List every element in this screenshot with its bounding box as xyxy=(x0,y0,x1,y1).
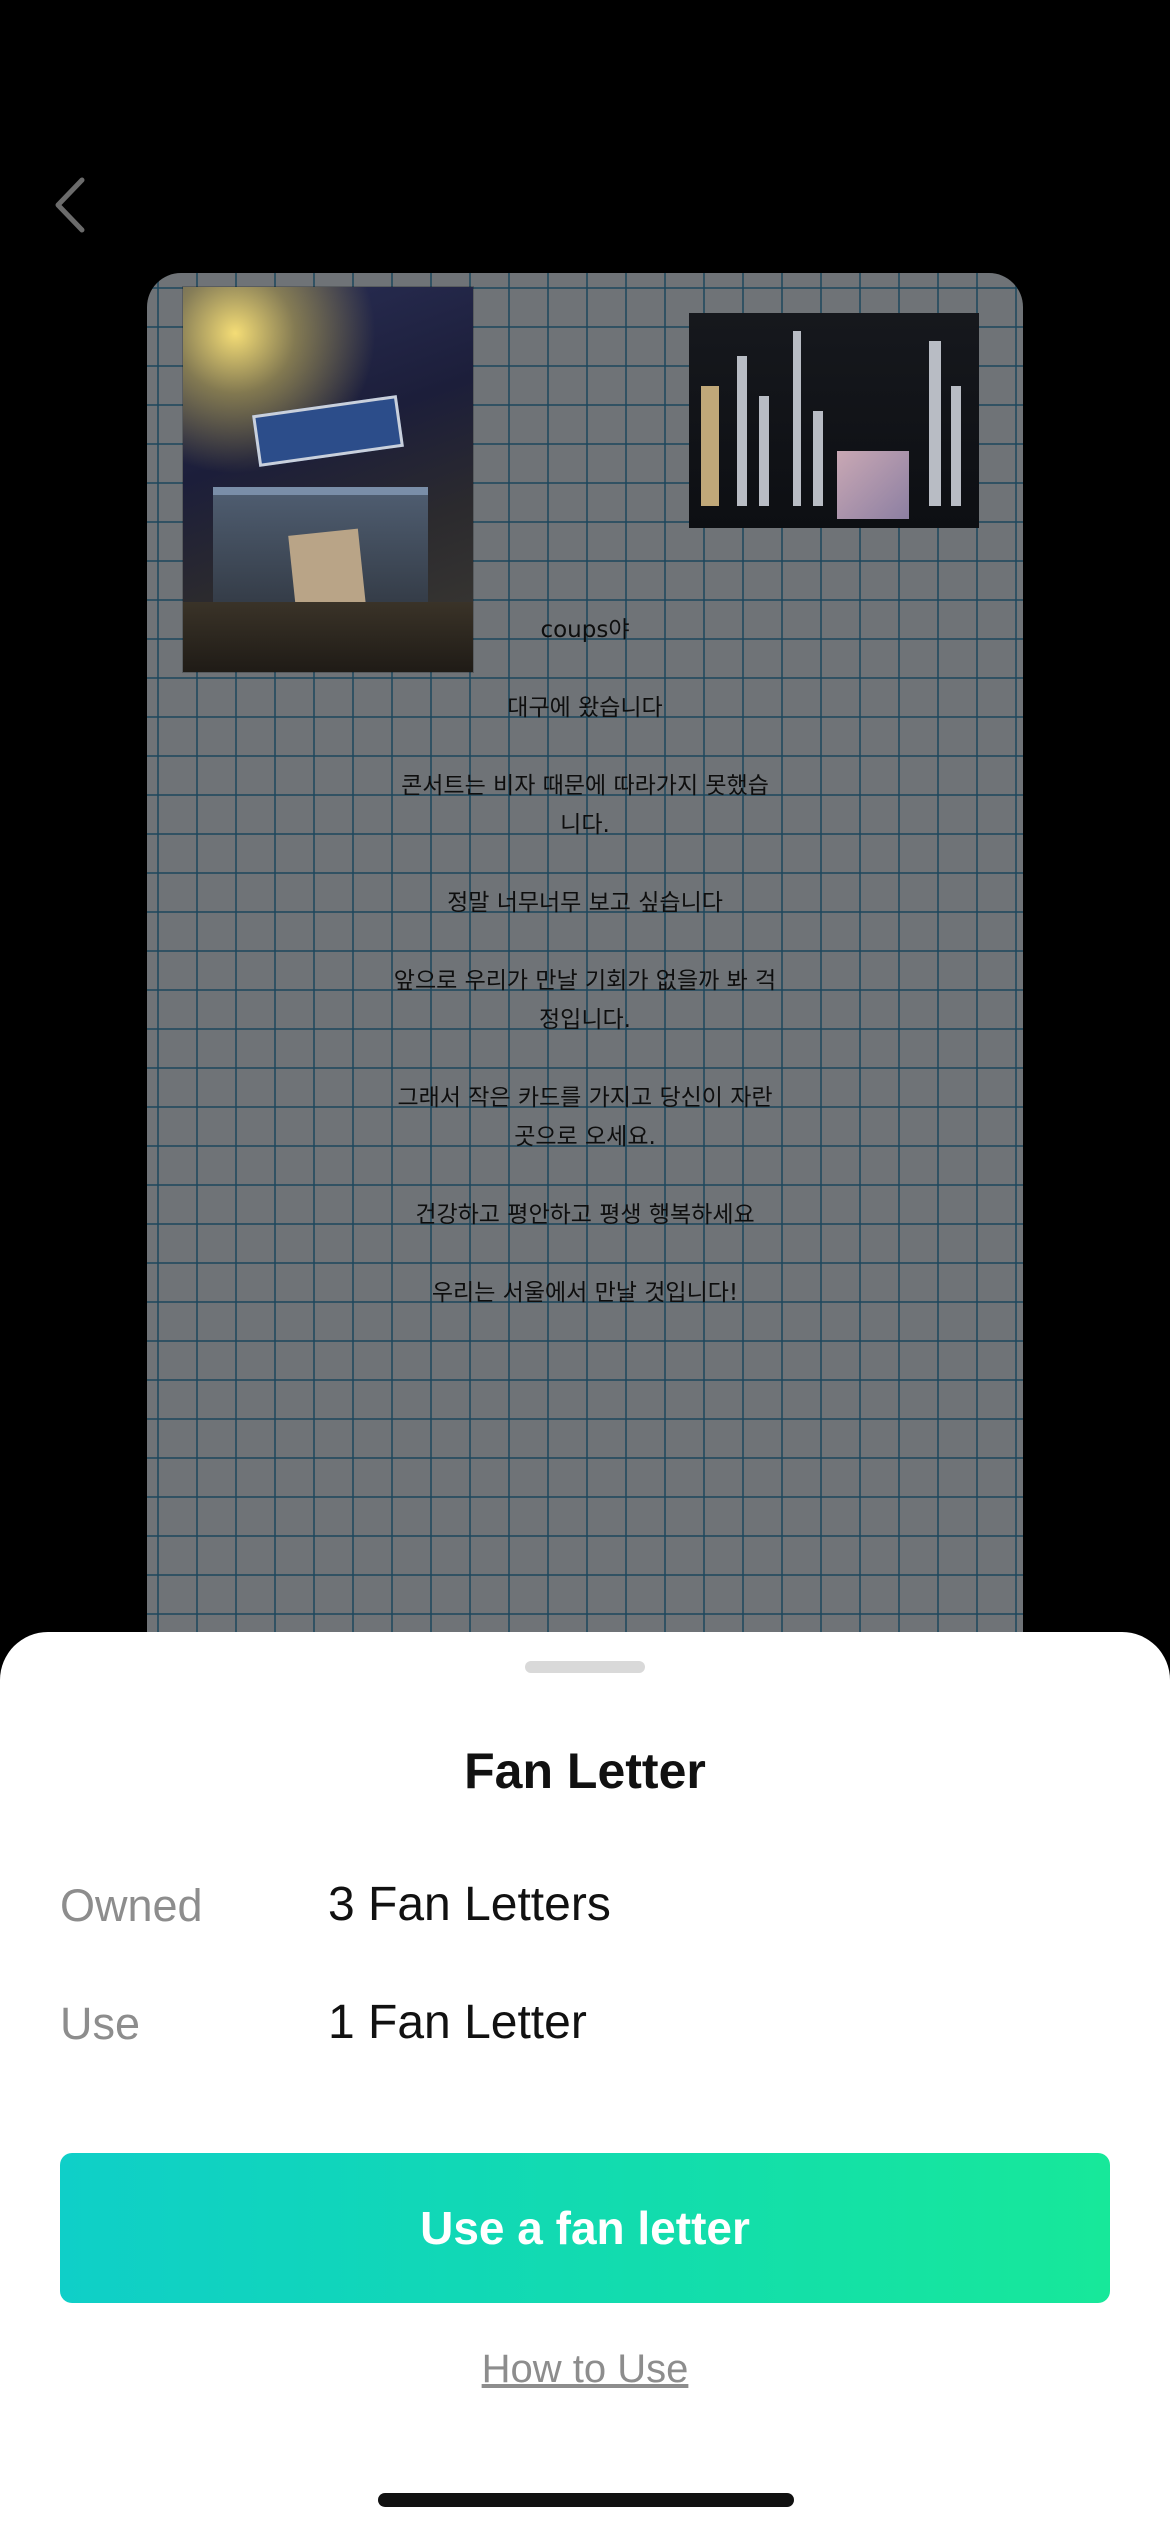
owned-value: 3 Fan Letters xyxy=(328,1878,611,1931)
letter-line: 콘서트는 비자 때문에 따라가지 못했습 니다. xyxy=(401,773,769,838)
letter-body: coups야 대구에 왔습니다 콘서트는 비자 때문에 따라가지 못했습 니다.… xyxy=(362,611,808,1352)
chevron-left-icon xyxy=(55,177,85,233)
letter-line: 대구에 왔습니다 xyxy=(507,695,663,721)
use-fan-letter-button[interactable]: Use a fan letter xyxy=(60,2153,1110,2303)
sheet-grabber[interactable] xyxy=(525,1661,645,1673)
letter-line: 앞으로 우리가 만날 기회가 없을까 봐 걱 정입니다. xyxy=(393,968,777,1033)
letter-line: coups야 xyxy=(540,617,630,643)
use-value: 1 Fan Letter xyxy=(328,1996,587,2049)
home-indicator xyxy=(378,2493,794,2507)
sheet-title: Fan Letter xyxy=(464,1743,706,1799)
back-button[interactable] xyxy=(44,170,104,240)
use-label: Use xyxy=(60,1998,141,2049)
owned-label: Owned xyxy=(60,1880,203,1931)
letter-line: 우리는 서울에서 만날 것입니다! xyxy=(431,1280,739,1306)
letter-line: 정말 너무너무 보고 싶습니다 xyxy=(447,890,723,916)
how-to-use-link[interactable]: How to Use xyxy=(0,2347,1170,2392)
fan-letter-card: coups야 대구에 왔습니다 콘서트는 비자 때문에 따라가지 못했습 니다.… xyxy=(147,273,1023,1673)
letter-line: 그래서 작은 카드를 가지고 당신이 자란 곳으로 오세요. xyxy=(397,1085,773,1150)
fan-letter-sheet: Fan Letter Owned 3 Fan Letters Use 1 Fan… xyxy=(0,1632,1170,2532)
letter-line: 건강하고 평안하고 평생 행복하세요 xyxy=(415,1202,755,1228)
letter-photo-towers xyxy=(689,313,979,528)
